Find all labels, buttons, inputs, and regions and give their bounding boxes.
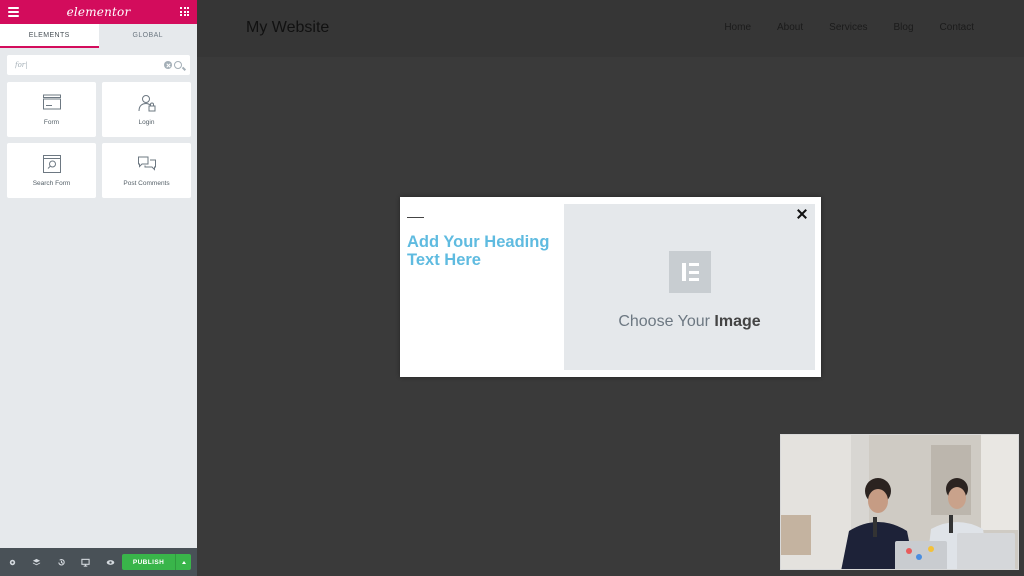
webcam-video	[781, 435, 1018, 569]
search-icon	[174, 61, 182, 69]
nav-link-home[interactable]: Home	[724, 22, 751, 33]
login-icon	[138, 95, 155, 112]
elementor-placeholder-icon	[668, 251, 711, 293]
site-nav: Home About Services Blog Contact	[698, 22, 974, 33]
tab-elements[interactable]: ELEMENTS	[0, 24, 99, 48]
panel-header: elementor	[0, 0, 197, 24]
nav-link-contact[interactable]: Contact	[940, 22, 974, 33]
widget-form[interactable]: Form	[7, 82, 96, 137]
widget-login[interactable]: Login	[102, 82, 191, 137]
site-header: My Website Home About Services Blog Cont…	[197, 0, 1024, 57]
widget-search	[7, 55, 190, 75]
widgets-grid-icon[interactable]	[180, 7, 189, 16]
clear-icon[interactable]	[164, 61, 172, 69]
search-input[interactable]	[15, 61, 164, 69]
nav-link-blog[interactable]: Blog	[894, 22, 914, 33]
webcam-overlay	[780, 434, 1019, 570]
elementor-logo: elementor	[66, 5, 131, 19]
panel-tabs: ELEMENTS GLOBAL	[0, 24, 197, 48]
form-icon	[42, 94, 61, 110]
preview-icon[interactable]	[104, 556, 116, 568]
popup-modal: Add Your Heading Text Here Choose Your I…	[400, 197, 821, 377]
widget-label: Login	[138, 119, 155, 126]
heading-divider	[407, 217, 424, 218]
image-placeholder[interactable]: Choose Your Image	[564, 204, 815, 370]
editor-panel: elementor ELEMENTS GLOBAL Form	[0, 0, 197, 576]
choose-image-text: Choose Your Image	[618, 313, 761, 330]
popup-heading[interactable]: Add Your Heading Text Here	[407, 233, 557, 269]
widget-list: Form Login Search Form Post Comments	[7, 82, 191, 198]
navigator-icon[interactable]	[31, 556, 43, 568]
publish-button[interactable]: PUBLISH	[122, 554, 175, 570]
menu-icon[interactable]	[8, 7, 19, 17]
nav-link-about[interactable]: About	[777, 22, 803, 33]
panel-footer: PUBLISH	[0, 548, 197, 576]
site-title[interactable]: My Website	[246, 19, 329, 37]
widget-search-form[interactable]: Search Form	[7, 143, 96, 198]
widget-label: Form	[43, 119, 60, 126]
publish-options-button[interactable]	[175, 554, 191, 570]
widget-label: Search Form	[32, 180, 71, 187]
responsive-icon[interactable]	[80, 556, 92, 568]
settings-icon[interactable]	[6, 556, 18, 568]
search-form-icon	[42, 155, 61, 173]
tab-global[interactable]: GLOBAL	[98, 24, 197, 48]
nav-link-services[interactable]: Services	[829, 22, 867, 33]
widget-label: Post Comments	[123, 180, 170, 187]
close-icon[interactable]	[797, 209, 807, 219]
widget-post-comments[interactable]: Post Comments	[102, 143, 191, 198]
history-icon[interactable]	[55, 556, 67, 568]
post-comments-icon	[137, 156, 156, 171]
